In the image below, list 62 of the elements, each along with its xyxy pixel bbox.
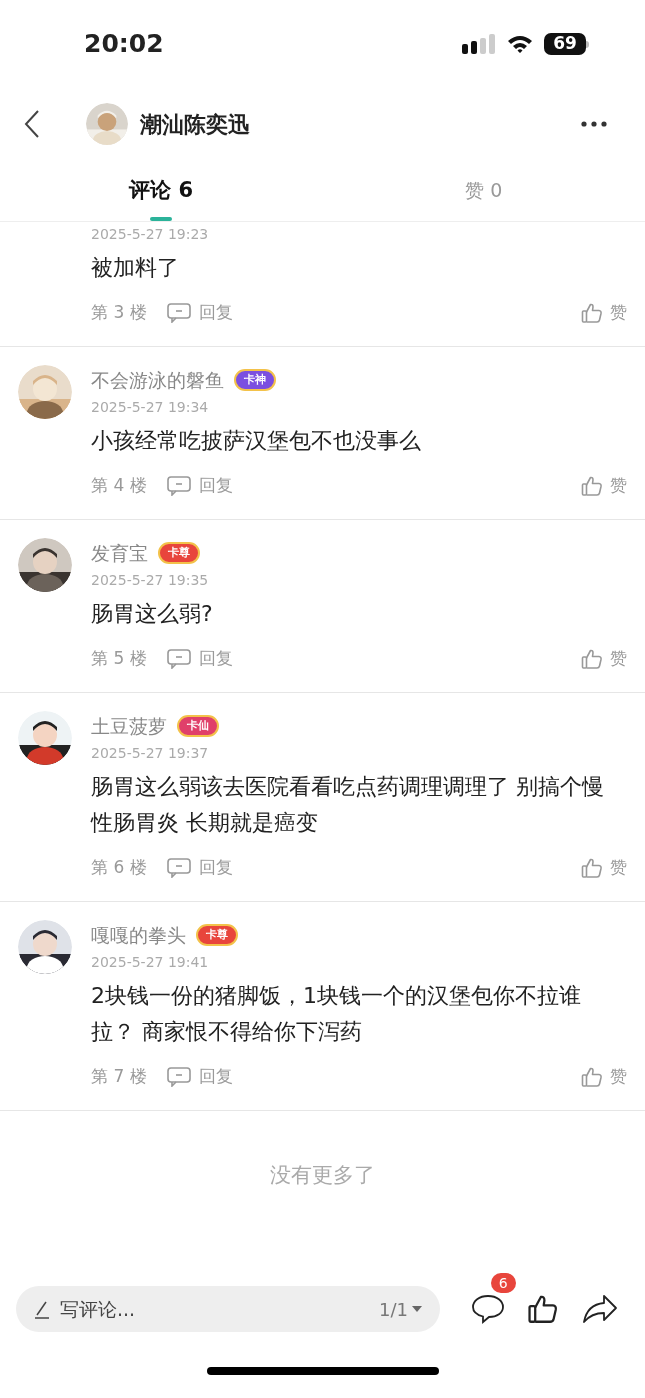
reply-button[interactable]: 回复	[166, 473, 233, 499]
thumbs-up-icon	[580, 301, 604, 325]
floor-label: 第 7 楼	[91, 1065, 147, 1089]
thumbs-up-icon	[580, 647, 604, 671]
thumbs-up-icon	[580, 474, 604, 498]
level-badge: 卡神	[234, 369, 276, 391]
level-badge: 卡尊	[158, 542, 200, 564]
more-icon[interactable]	[581, 121, 607, 127]
wifi-icon	[506, 34, 534, 54]
comment-date: 2025-5-27 19:23	[91, 225, 210, 244]
commenter-name[interactable]: 嘎嘎的拳头	[91, 920, 186, 950]
commenter-name[interactable]: 土豆菠萝	[91, 711, 167, 741]
reply-button[interactable]: 回复	[166, 1064, 233, 1090]
commenter-name[interactable]: 发育宝	[91, 538, 148, 568]
share-icon	[582, 1294, 619, 1324]
back-icon[interactable]	[22, 109, 42, 139]
floor-label: 第 6 楼	[91, 856, 147, 880]
page-selector[interactable]: 1/1	[379, 1295, 422, 1323]
comment-text: 肠胃这么弱?	[91, 600, 214, 628]
thumbs-up-icon	[580, 856, 604, 880]
comment-text: 小孩经常吃披萨汉堡包不也没事么	[91, 427, 422, 455]
caret-icon	[412, 1306, 422, 1312]
comment-icon	[166, 1067, 191, 1087]
comment-date: 2025-5-27 19:34	[91, 398, 210, 417]
comment-icon	[166, 858, 191, 878]
reply-button[interactable]: 回复	[166, 855, 233, 881]
comment-icon	[166, 476, 191, 496]
tab[interactable]: 评论 6	[0, 160, 323, 221]
like-button[interactable]: 赞	[580, 473, 627, 499]
commenter-name[interactable]: 不会游泳的磐鱼	[91, 365, 224, 395]
floor-label: 第 4 楼	[91, 474, 147, 498]
signal-icon	[462, 34, 496, 54]
like-button[interactable]: 赞	[580, 300, 627, 326]
like-button[interactable]: 赞	[580, 646, 627, 672]
comment-date: 2025-5-27 19:35	[91, 571, 210, 590]
thumbs-up-icon	[580, 1065, 604, 1089]
battery-icon: 69	[544, 33, 589, 55]
comment-text: 肠胃这么弱该去医院看看吃点药调理调理了 别搞个慢性肠胃炎 长期就是癌变	[91, 773, 605, 837]
share-button[interactable]	[582, 1294, 619, 1324]
reply-button[interactable]: 回复	[166, 300, 233, 326]
end-of-list-text: 没有更多了	[270, 1162, 375, 1190]
speech-bubble-icon	[470, 1294, 505, 1324]
tab[interactable]: 赞 0	[322, 160, 645, 221]
reply-button[interactable]: 回复	[166, 646, 233, 672]
comment-icon	[166, 649, 191, 669]
floor-label: 第 3 楼	[91, 301, 147, 325]
comment-icon	[166, 303, 191, 323]
level-badge: 卡仙	[177, 715, 219, 737]
like-button[interactable]: 赞	[580, 855, 627, 881]
count-badge: 6	[490, 1273, 516, 1293]
like-button[interactable]: 赞	[580, 1064, 627, 1090]
header-title: 潮汕陈奕迅	[140, 110, 250, 139]
comment-text: 被加料了	[91, 254, 180, 282]
floor-label: 第 5 楼	[91, 647, 147, 671]
comment-date: 2025-5-27 19:37	[91, 744, 210, 763]
comments-button[interactable]	[470, 1294, 505, 1324]
comment-text: 2块钱一份的猪脚饭，1块钱一个的汉堡包你不拉谁拉？ 商家恨不得给你下泻药	[91, 982, 582, 1046]
level-badge: 卡尊	[196, 924, 238, 946]
status-time: 20:02	[84, 28, 164, 61]
comment-input-field[interactable]: 写评论... 1/1	[16, 1286, 440, 1332]
comment-date: 2025-5-27 19:41	[91, 953, 210, 972]
pen-icon	[34, 1299, 52, 1319]
